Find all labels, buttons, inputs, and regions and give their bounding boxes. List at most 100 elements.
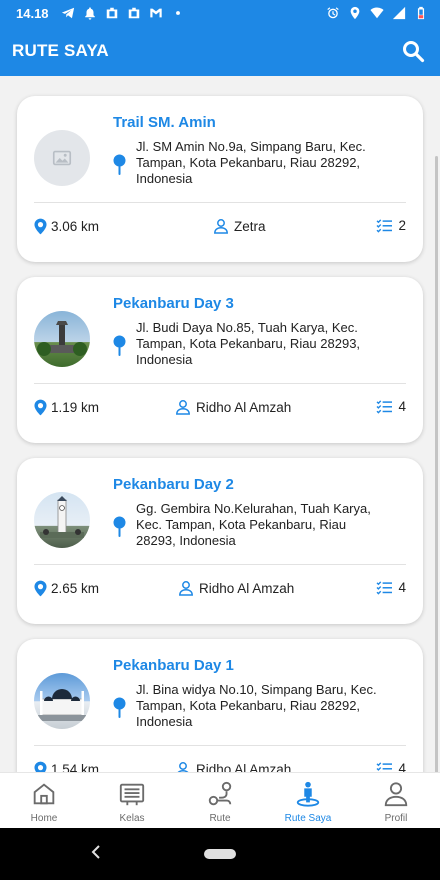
location-pin-icon (34, 761, 47, 772)
route-title: Pekanbaru Day 1 (113, 657, 234, 674)
route-address: Gg. Gembira No.Kelurahan, Tuah Karya, Ke… (136, 501, 371, 548)
checkpoint-count: 4 (376, 399, 406, 414)
count-value: 4 (398, 399, 406, 414)
distance-value: 1.54 km (51, 762, 100, 772)
count-value: 4 (398, 580, 406, 595)
nav-label: Kelas (119, 813, 145, 824)
author-stat: Ridho Al Amzah (175, 399, 291, 415)
checklist-icon (376, 762, 393, 772)
nav-item-rute[interactable]: Rute (176, 773, 264, 828)
bell-icon (83, 6, 97, 20)
page-title: RUTE SAYA (12, 41, 109, 60)
distance-stat: 3.06 km (34, 218, 99, 235)
route-stats: 3.06 km Zetra 2 (34, 218, 406, 238)
scrollbar[interactable] (435, 156, 438, 772)
route-address: Jl. Bina widya No.10, Simpang Baru, Kec.… (136, 682, 377, 729)
nav-item-rute-saya[interactable]: Rute Saya (264, 773, 352, 828)
alarm-icon (326, 6, 340, 20)
back-icon[interactable] (88, 842, 104, 862)
route-address: Jl. Budi Daya No.85, Tuah Karya, Kec. Ta… (136, 320, 361, 367)
checkpoint-count: 2 (376, 218, 406, 233)
route-stats: 1.19 km Ridho Al Amzah 4 (34, 399, 406, 419)
nav-item-home[interactable]: Home (0, 773, 88, 828)
route-title: Pekanbaru Day 2 (113, 476, 234, 493)
status-bar: 14.18 (0, 0, 440, 26)
map-pin-icon (113, 516, 126, 537)
checklist-icon (376, 581, 393, 595)
distance-stat: 2.65 km (34, 580, 99, 597)
route-icon (205, 779, 235, 809)
checkpoint-count: 4 (376, 761, 406, 772)
gmail-icon (149, 6, 163, 20)
nav-item-profil[interactable]: Profil (352, 773, 440, 828)
system-navigation-bar (0, 828, 440, 880)
nav-label: Rute (209, 813, 231, 824)
divider (34, 202, 406, 203)
author-stat: Ridho Al Amzah (178, 580, 294, 596)
divider (34, 745, 406, 746)
route-stats: 1.54 km Ridho Al Amzah 4 (34, 761, 406, 772)
profile-icon (381, 779, 411, 809)
mosque-photo (38, 689, 86, 721)
map-pin-icon (113, 335, 126, 356)
nav-label: Home (30, 813, 58, 824)
map-pin-icon (113, 697, 126, 718)
status-time: 14.18 (16, 5, 49, 21)
count-value: 4 (398, 761, 406, 772)
route-card[interactable]: Pekanbaru Day 1 Jl. Bina widya No.10, Si… (17, 639, 423, 772)
distance-stat: 1.54 km (34, 761, 99, 772)
route-card[interactable]: Pekanbaru Day 3 Jl. Budi Daya No.85, Tua… (17, 277, 423, 443)
home-pill-button[interactable] (204, 849, 236, 859)
divider (34, 383, 406, 384)
route-card[interactable]: Pekanbaru Day 2 Gg. Gembira No.Kelurahan… (17, 458, 423, 624)
divider (34, 564, 406, 565)
distance-value: 3.06 km (51, 219, 100, 234)
checklist-icon (376, 400, 393, 414)
location-pin-icon (34, 399, 47, 416)
checklist-icon (376, 219, 393, 233)
wifi-icon (370, 6, 384, 20)
notification-dot-icon (171, 6, 185, 20)
route-thumbnail (34, 311, 90, 367)
bottom-navigation: Home Kelas Rute Rute Saya Profil (0, 772, 440, 828)
distance-value: 2.65 km (51, 581, 100, 596)
route-thumbnail (34, 130, 90, 186)
briefcase-icon (105, 6, 119, 20)
map-pin-icon (113, 154, 126, 175)
distance-stat: 1.19 km (34, 399, 99, 416)
author-name: Ridho Al Amzah (199, 580, 295, 596)
author-stat: Zetra (213, 218, 266, 234)
route-title: Trail SM. Amin (113, 114, 216, 131)
nav-item-kelas[interactable]: Kelas (88, 773, 176, 828)
class-board-icon (117, 779, 147, 809)
user-icon (176, 400, 190, 415)
author-name: Zetra (234, 218, 266, 234)
count-value: 2 (398, 218, 406, 233)
placeholder-image-icon (52, 150, 72, 166)
battery-low-icon (414, 6, 428, 20)
distance-value: 1.19 km (51, 400, 100, 415)
route-thumbnail (34, 673, 90, 729)
user-icon (214, 219, 228, 234)
signal-icon (392, 6, 406, 20)
nav-label: Profil (384, 813, 408, 824)
search-button[interactable] (398, 36, 428, 66)
author-name: Ridho Al Amzah (196, 761, 292, 773)
route-list[interactable]: Trail SM. Amin Jl. SM Amin No.9a, Simpan… (0, 76, 440, 772)
app-bar: RUTE SAYA (0, 26, 440, 76)
author-stat: Ridho Al Amzah (175, 761, 291, 772)
route-address: Jl. SM Amin No.9a, Simpang Baru, Kec. Ta… (136, 139, 366, 186)
location-icon (348, 6, 362, 20)
user-icon (177, 762, 189, 772)
telegram-icon (61, 6, 75, 20)
briefcase-icon (127, 6, 141, 20)
user-icon (179, 581, 193, 596)
location-pin-icon (34, 218, 47, 235)
route-card[interactable]: Trail SM. Amin Jl. SM Amin No.9a, Simpan… (17, 96, 423, 262)
home-icon (29, 779, 59, 809)
location-pin-icon (34, 580, 47, 597)
route-stats: 2.65 km Ridho Al Amzah 4 (34, 580, 406, 600)
route-title: Pekanbaru Day 3 (113, 295, 234, 312)
my-route-icon (293, 779, 323, 809)
author-name: Ridho Al Amzah (196, 399, 292, 415)
